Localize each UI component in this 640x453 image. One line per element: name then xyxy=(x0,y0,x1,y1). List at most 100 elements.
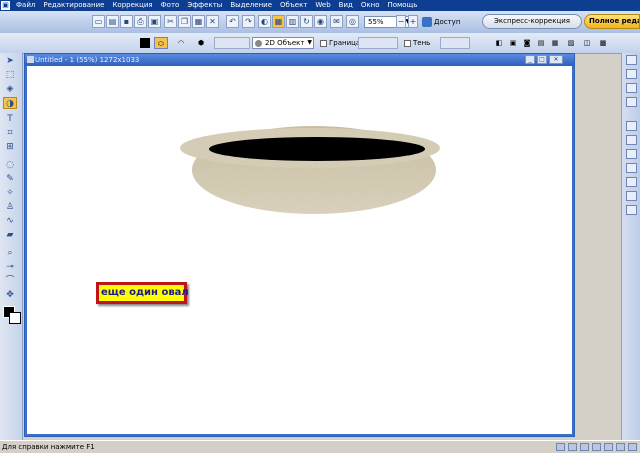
maximize-button[interactable]: □ xyxy=(537,55,547,64)
close-button[interactable]: ✕ xyxy=(549,55,563,64)
crop-tool-icon[interactable]: ⌗ xyxy=(3,127,17,139)
eraser-tool-icon[interactable]: ▰ xyxy=(3,229,17,241)
palette-icon[interactable]: ◧ xyxy=(494,37,504,49)
panel-icon-7[interactable] xyxy=(626,149,637,159)
status-icon-7[interactable] xyxy=(628,443,637,451)
ellipse-shape-icon[interactable]: ⬭ xyxy=(154,37,168,49)
status-icon-5[interactable] xyxy=(604,443,613,451)
status-icon-2[interactable] xyxy=(568,443,577,451)
polygon-shape-icon[interactable]: ⬢ xyxy=(194,37,208,49)
save-icon[interactable]: ▪ xyxy=(120,15,133,28)
background-color-swatch[interactable] xyxy=(9,312,21,324)
menu-correction[interactable]: Коррекция xyxy=(108,0,156,11)
measure-tool-icon[interactable]: ⌒ xyxy=(3,275,17,287)
document-title: Untitled - 1 (55%) 1272x1033 xyxy=(35,56,140,64)
object-icon[interactable]: ▦ xyxy=(550,37,560,49)
new-file-icon[interactable]: ▭ xyxy=(92,15,105,28)
panel-icon-2[interactable] xyxy=(626,69,637,79)
menu-window[interactable]: Окно xyxy=(357,0,384,11)
mail-icon[interactable]: ✉ xyxy=(330,15,343,28)
mode-select[interactable]: 2D Объект ▼ xyxy=(252,37,314,49)
effects-panel-icon[interactable]: ▩ xyxy=(598,37,608,49)
retouch-tool-icon[interactable]: ✧ xyxy=(3,187,17,199)
image-mode-icon[interactable]: ◐ xyxy=(258,15,271,28)
document-title-bar[interactable]: Untitled - 1 (55%) 1272x1033 _ □ ✕ xyxy=(25,54,574,66)
annotation-callout[interactable]: еще один овал xyxy=(96,282,189,304)
menu-view[interactable]: Вид xyxy=(335,0,357,11)
panel-icon-6[interactable] xyxy=(626,135,637,145)
menu-selection[interactable]: Выделение xyxy=(226,0,276,11)
lasso-shape-icon[interactable]: ◠ xyxy=(174,37,188,49)
shape-size-field[interactable] xyxy=(214,37,250,49)
panel-icon-1[interactable] xyxy=(626,55,637,65)
browser-panel-icon[interactable]: ◫ xyxy=(582,37,592,49)
pot-graphic[interactable] xyxy=(27,66,572,434)
panel-icon-4[interactable] xyxy=(626,97,637,107)
canvas[interactable]: еще один овал xyxy=(27,66,572,434)
lasso-tool-icon[interactable]: ◌ xyxy=(3,159,17,171)
status-icon-4[interactable] xyxy=(592,443,601,451)
status-icon-3[interactable] xyxy=(580,443,589,451)
menu-effects[interactable]: Эффекты xyxy=(183,0,226,11)
shadow-field[interactable] xyxy=(440,37,470,49)
status-icon-1[interactable] xyxy=(556,443,565,451)
snap-icon[interactable]: ▧ xyxy=(566,37,576,49)
undo-icon[interactable]: ↶ xyxy=(226,15,239,28)
panel-icon-8[interactable] xyxy=(626,163,637,173)
edit-mode-icon[interactable]: ▦ xyxy=(272,15,285,28)
tab-full-edit[interactable]: Полное редактиров... xyxy=(584,14,640,29)
panel-icon-5[interactable] xyxy=(626,121,637,131)
menu-web[interactable]: Web xyxy=(311,0,334,11)
smudge-tool-icon[interactable]: ∿ xyxy=(3,215,17,227)
menu-photo[interactable]: Фото xyxy=(157,0,184,11)
status-icon-6[interactable] xyxy=(616,443,625,451)
selection-tool-icon[interactable]: ⬚ xyxy=(3,69,17,81)
access-button[interactable]: Доступ xyxy=(422,15,460,29)
panel-icon-3[interactable] xyxy=(626,83,637,93)
redo-icon[interactable]: ↷ xyxy=(242,15,255,28)
pot-opening xyxy=(209,137,425,161)
menu-object[interactable]: Объект xyxy=(276,0,311,11)
panel-icon-11[interactable] xyxy=(626,205,637,215)
border-label: Граница xyxy=(329,39,361,47)
paint-bucket-tool-icon[interactable]: ◈ xyxy=(3,83,17,95)
zoom-out-icon[interactable]: − xyxy=(396,15,406,28)
zoom-in-icon[interactable]: + xyxy=(408,15,418,28)
transform-tool-icon[interactable]: ⊞ xyxy=(3,141,17,153)
clone-tool-icon[interactable]: ♙ xyxy=(3,201,17,213)
eyedropper-tool-icon[interactable]: ⊸ xyxy=(3,261,17,273)
delete-icon[interactable]: ✕ xyxy=(206,15,219,28)
panel-icon-9[interactable] xyxy=(626,177,637,187)
print-icon[interactable]: ⎙ xyxy=(134,15,147,28)
shadow-checkbox[interactable]: Тень xyxy=(404,37,430,49)
panel-icon-10[interactable] xyxy=(626,191,637,201)
brush-tool-icon[interactable]: ✎ xyxy=(3,173,17,185)
rotate-icon[interactable]: ↻ xyxy=(300,15,313,28)
shape-tool-icon[interactable]: ◑ xyxy=(3,97,17,109)
color-swatch-icon[interactable] xyxy=(140,38,150,48)
menu-help[interactable]: Помощь xyxy=(383,0,421,11)
cut-icon[interactable]: ✂ xyxy=(164,15,177,28)
camera-icon[interactable]: ◙ xyxy=(522,37,532,49)
zoom-tool-icon[interactable]: ⌕ xyxy=(3,247,17,259)
copy-icon[interactable]: ❐ xyxy=(178,15,191,28)
paste-icon[interactable]: ▦ xyxy=(192,15,205,28)
layers-icon[interactable]: ▣ xyxy=(508,37,518,49)
browser-icon[interactable]: ◎ xyxy=(346,15,359,28)
grid-icon[interactable]: ▥ xyxy=(286,15,299,28)
pan-tool-icon[interactable]: ✥ xyxy=(3,289,17,301)
scan-icon[interactable]: ▣ xyxy=(148,15,161,28)
history-icon[interactable]: ▤ xyxy=(536,37,546,49)
text-tool-icon[interactable]: T xyxy=(3,113,17,125)
border-width-field[interactable] xyxy=(358,37,398,49)
menu-edit[interactable]: Редактирование xyxy=(39,0,108,11)
menu-file[interactable]: Файл xyxy=(12,0,39,11)
border-checkbox[interactable]: Граница xyxy=(320,37,360,49)
options-bar: ⬭ ◠ ⬢ 2D Объект ▼ Граница Тень ◧ ▣ ◙ ▤ ▦… xyxy=(0,33,640,54)
tab-quick-fix[interactable]: Экспресс-коррекция xyxy=(482,14,582,29)
open-folder-icon[interactable]: ▤ xyxy=(106,15,119,28)
pointer-tool-icon[interactable]: ➤ xyxy=(3,55,17,67)
minimize-button[interactable]: _ xyxy=(525,55,535,64)
web-icon[interactable]: ◉ xyxy=(314,15,327,28)
app-icon[interactable]: ▣ xyxy=(1,1,10,10)
